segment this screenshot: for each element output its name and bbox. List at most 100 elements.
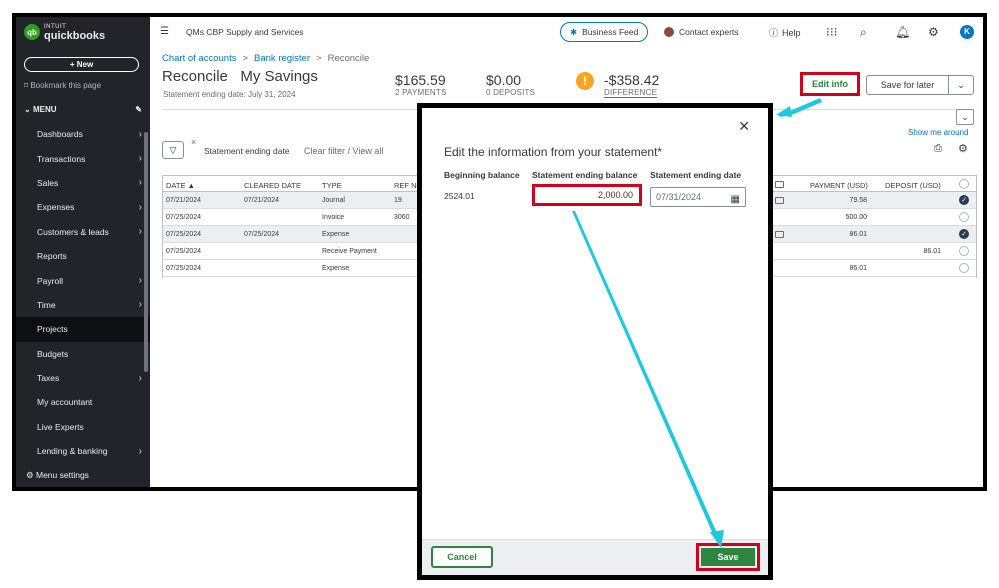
col-deposit-header[interactable]: DEPOSIT (USD) [885, 181, 941, 190]
sidebar-item-reports[interactable]: Reports [16, 244, 150, 268]
chevron-right-icon[interactable]: › [139, 446, 142, 457]
sidebar-item-budgets[interactable]: Budgets [16, 342, 150, 366]
sidebar-item-taxes[interactable]: Taxes › [16, 366, 150, 390]
chevron-right-icon[interactable]: › [139, 129, 142, 140]
col-date-header[interactable]: DATE ▲ [166, 181, 195, 190]
breadcrumb-bank-register[interactable]: Bank register [254, 53, 310, 64]
col-cleared-header[interactable]: CLEARED DATE [244, 181, 301, 190]
apps-grid-icon[interactable]: ⁝⁝⁝ [826, 25, 837, 39]
close-filter-icon[interactable]: × [191, 137, 196, 147]
close-icon[interactable]: ✕ [738, 118, 750, 135]
payments-summary: $165.59 2 PAYMENTS [395, 72, 447, 97]
contact-experts-button[interactable]: Contact experts [664, 27, 739, 37]
new-button[interactable]: + New [24, 57, 139, 72]
attachment-icon[interactable] [775, 231, 784, 238]
modal-title: Edit the information from your statement… [444, 145, 663, 159]
cell-payment: 79.58 [849, 197, 867, 204]
cancel-button[interactable]: Cancel [431, 546, 493, 568]
edit-statement-modal: ✕ Edit the information from your stateme… [417, 103, 773, 580]
cell-date: 07/25/2024 [166, 265, 202, 272]
help-label: Help [782, 27, 801, 38]
bookmark-link[interactable]: ⌑ Bookmark this page [24, 81, 101, 90]
sidebar-item-time[interactable]: Time › [16, 293, 150, 317]
sidebar-item-sales[interactable]: Sales › [16, 171, 150, 195]
brand-name: quickbooks [44, 30, 106, 42]
cell-type: Invoice [322, 214, 345, 221]
sidebar-item-label: Projects [37, 324, 68, 335]
pencil-icon[interactable]: ✎ [135, 105, 142, 114]
ending-balance-input[interactable]: 2,000.00 [532, 184, 642, 206]
filter-icon[interactable]: ▽ [162, 141, 184, 159]
sidebar-item-label: Transactions [37, 153, 86, 164]
sidebar-item-label: Time [37, 299, 56, 310]
settings-gear-icon[interactable]: ⚙ [928, 25, 939, 39]
sidebar-item-my-accountant[interactable]: My accountant [16, 390, 150, 414]
page-title: Reconcile My Savings [162, 68, 318, 85]
save-for-later-button[interactable]: Save for later ⌄ [866, 75, 974, 95]
menu-toggle-icon[interactable]: ☰ [160, 26, 169, 37]
cleared-radio[interactable]: ✓ [959, 229, 969, 239]
sidebar-item-dashboards[interactable]: Dashboards › [16, 122, 150, 146]
table-settings-gear-icon[interactable]: ⚙ [958, 142, 968, 155]
sidebar-item-label: Lending & banking [37, 446, 108, 457]
cleared-radio[interactable] [959, 246, 969, 256]
col-type-header[interactable]: TYPE [322, 181, 342, 190]
chevron-right-icon[interactable]: › [139, 226, 142, 237]
user-avatar[interactable]: K [960, 25, 974, 39]
chevron-right-icon[interactable]: › [139, 202, 142, 213]
cell-deposit: 86.01 [923, 248, 941, 255]
cell-payment: 86.01 [849, 265, 867, 272]
bell-icon[interactable]: 🔔︎ [895, 25, 910, 39]
sidebar-item-payroll[interactable]: Payroll › [16, 268, 150, 292]
chevron-down-icon[interactable]: ⌄ [949, 76, 973, 94]
menu-header[interactable]: ⌄ MENU ✎ [24, 105, 142, 114]
ending-date-value[interactable]: 07/31/2024 [656, 192, 701, 202]
breadcrumb: Chart of accounts > Bank register > Reco… [162, 53, 370, 64]
sidebar-item-lending-banking[interactable]: Lending & banking › [16, 439, 150, 463]
sidebar-item-projects[interactable]: Projects [16, 317, 150, 342]
collapse-chevron-icon: ⌄ [24, 105, 31, 114]
sidebar-item-transactions[interactable]: Transactions › [16, 146, 150, 170]
cleared-radio[interactable]: ✓ [959, 195, 969, 205]
sidebar-item-customers-leads[interactable]: Customers & leads › [16, 220, 150, 244]
chevron-right-icon[interactable]: › [139, 299, 142, 310]
business-feed-button[interactable]: ✱ Business Feed [560, 22, 649, 42]
sidebar-scrollbar[interactable] [144, 132, 148, 372]
print-icon[interactable]: ⎙ [934, 143, 942, 154]
col-payment-header[interactable]: PAYMENT (USD) [810, 181, 868, 190]
chevron-right-icon[interactable]: › [139, 373, 142, 384]
sidebar-item-label: Reports [37, 251, 67, 262]
chevron-right-icon[interactable]: › [139, 177, 142, 188]
show-me-around-link[interactable]: Show me around [908, 128, 968, 137]
sidebar-item-live-experts[interactable]: Live Experts [16, 415, 150, 439]
collapse-chevron-icon[interactable]: ⌄ [956, 109, 974, 125]
save-for-later-label[interactable]: Save for later [867, 76, 949, 94]
search-icon[interactable]: ⌕ [860, 25, 867, 40]
select-all-radio[interactable] [959, 179, 969, 189]
chevron-right-icon[interactable]: › [139, 275, 142, 286]
attachment-icon[interactable] [775, 197, 784, 204]
cleared-radio[interactable] [959, 212, 969, 222]
cell-date: 07/25/2024 [166, 248, 202, 255]
quickbooks-logo[interactable]: qb INTUIT quickbooks [24, 23, 106, 42]
clear-filter-link[interactable]: Clear filter / View all [304, 146, 383, 156]
ending-date-input[interactable]: 07/31/2024 ▦ [650, 187, 746, 207]
sidebar-item-label: Sales [37, 177, 59, 188]
gear-icon: ⚙ [26, 470, 34, 480]
menu-settings-link[interactable]: ⚙ Menu settings [26, 470, 89, 481]
chevron-right-icon[interactable]: › [139, 153, 142, 164]
cleared-radio[interactable] [959, 263, 969, 273]
help-button[interactable]: ⓘ Help [769, 26, 801, 39]
sidebar: qb INTUIT quickbooks + New ⌑ Bookmark th… [16, 17, 150, 487]
warning-icon: ! [576, 72, 594, 90]
save-button[interactable]: Save [701, 548, 755, 566]
sidebar-item-label: Budgets [37, 348, 69, 359]
help-icon: ⓘ [769, 28, 779, 38]
edit-info-button[interactable]: Edit info [800, 72, 860, 96]
sidebar-item-expenses[interactable]: Expenses › [16, 195, 150, 219]
cell-type: Receive Payment [322, 248, 377, 255]
breadcrumb-chart-of-accounts[interactable]: Chart of accounts [162, 53, 236, 64]
cell-date: 07/25/2024 [166, 231, 202, 238]
calendar-icon[interactable]: ▦ [731, 191, 740, 209]
breadcrumb-reconcile: Reconcile [327, 53, 370, 64]
